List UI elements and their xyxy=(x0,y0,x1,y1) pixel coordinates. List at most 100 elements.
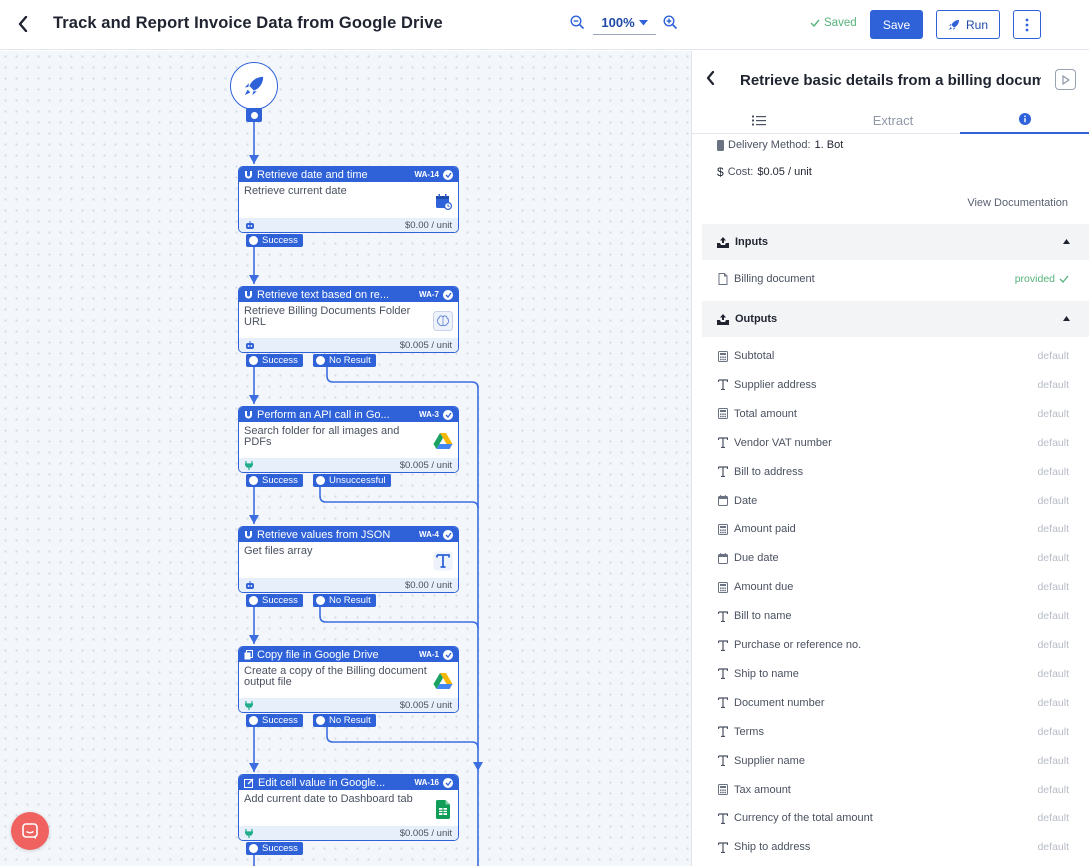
more-options-button[interactable] xyxy=(1013,10,1041,39)
node-cost: $0.00 / unit xyxy=(404,579,452,591)
check-circle-icon xyxy=(443,169,453,180)
panel-back-button[interactable] xyxy=(706,70,715,90)
flow-node-retrieve-date-time[interactable]: Retrieve date and time WA-14 Retrieve cu… xyxy=(238,166,459,233)
number-icon xyxy=(717,581,729,593)
port-no-result[interactable]: No Result xyxy=(313,354,376,367)
port-no-result[interactable]: No Result xyxy=(313,594,376,607)
view-documentation-link[interactable]: View Documentation xyxy=(967,197,1068,209)
outputs-section-header[interactable]: Outputs xyxy=(702,301,1089,337)
node-footer: $0.005 / unit xyxy=(239,338,458,352)
dollar-icon: $ xyxy=(717,165,724,179)
flow-node-api-call[interactable]: Perform an API call in Go... WA-3 Search… xyxy=(238,406,459,473)
text-icon xyxy=(717,466,729,478)
flow-node-retrieve-text[interactable]: Retrieve text based on re... WA-7 Retrie… xyxy=(238,286,459,353)
input-row-billing-document[interactable]: Billing document provided xyxy=(717,269,1069,289)
text-icon xyxy=(717,437,729,449)
output-row[interactable]: Subtotal default xyxy=(717,346,1069,366)
output-row[interactable]: Currency of the total amount default xyxy=(717,808,1069,828)
node-header: Retrieve date and time WA-14 xyxy=(239,167,458,182)
output-row[interactable]: Total amount default xyxy=(717,404,1069,424)
tab-info[interactable] xyxy=(960,106,1089,134)
output-row[interactable]: Amount paid default xyxy=(717,519,1069,539)
output-value: default xyxy=(1037,754,1069,767)
node-header: Copy file in Google Drive WA-1 xyxy=(239,647,458,662)
output-row[interactable]: Supplier address default xyxy=(717,375,1069,395)
output-value: default xyxy=(1037,350,1069,362)
text-icon xyxy=(717,755,729,767)
start-trigger-node[interactable] xyxy=(230,62,278,110)
output-row[interactable]: Tax amount default xyxy=(717,780,1069,800)
output-row[interactable]: Purchase or reference no. default xyxy=(717,635,1069,655)
page-title: Track and Report Invoice Data from Googl… xyxy=(53,14,443,32)
output-row[interactable]: Supplier name default xyxy=(717,751,1069,771)
plug-icon xyxy=(245,461,253,470)
delivery-value: 1. Bot xyxy=(814,139,844,151)
test-run-button[interactable] xyxy=(1055,69,1076,90)
output-value: default xyxy=(1037,581,1069,594)
check-circle-icon xyxy=(443,409,453,420)
tab-extract[interactable]: Extract xyxy=(826,106,960,134)
output-label: Terms xyxy=(734,725,764,738)
chat-launcher-button[interactable] xyxy=(11,812,49,850)
zoom-in-button[interactable] xyxy=(663,15,678,35)
output-row[interactable]: Date default xyxy=(717,491,1069,511)
output-row[interactable]: Ship to address default xyxy=(717,837,1069,857)
output-value: default xyxy=(1037,783,1069,796)
port-success[interactable]: Success xyxy=(246,594,303,607)
cost-label: Cost: xyxy=(727,166,754,178)
output-label: Ship to address xyxy=(734,841,811,854)
output-value: default xyxy=(1037,696,1069,709)
zoom-value: 100% xyxy=(601,15,635,30)
plug-icon xyxy=(245,701,253,710)
node-body: Add current date to Dashboard tab xyxy=(239,790,458,826)
check-circle-icon xyxy=(443,289,453,300)
node-cost: $0.00 / unit xyxy=(404,219,452,231)
saved-status: Saved xyxy=(810,17,857,29)
rocket-icon xyxy=(244,76,264,96)
save-button[interactable]: Save xyxy=(870,10,923,39)
start-output-port[interactable] xyxy=(246,108,262,122)
cost-value: $0.05 / unit xyxy=(757,166,812,178)
inbox-download-icon xyxy=(717,313,729,325)
port-success[interactable]: Success xyxy=(246,474,303,487)
node-title: Copy file in Google Drive xyxy=(257,648,379,661)
run-button[interactable]: Run xyxy=(936,10,1000,39)
text-icon xyxy=(432,550,454,572)
brain-icon xyxy=(432,310,454,332)
inputs-section-header[interactable]: Inputs xyxy=(702,224,1089,260)
node-footer: $0.00 / unit xyxy=(239,578,458,592)
output-row[interactable]: Vendor VAT number default xyxy=(717,433,1069,453)
output-row[interactable]: Due date default xyxy=(717,548,1069,568)
calendar-icon xyxy=(432,190,454,212)
zoom-select[interactable]: 100% xyxy=(593,11,656,35)
output-row[interactable]: Amount due default xyxy=(717,577,1069,597)
output-row[interactable]: Document number default xyxy=(717,693,1069,713)
output-label: Bill to address xyxy=(734,465,804,478)
flow-node-edit-cell[interactable]: Edit cell value in Google... WA-16 Add c… xyxy=(238,774,459,841)
text-icon xyxy=(717,841,729,853)
node-description: Get files array xyxy=(244,545,313,557)
port-success[interactable]: Success xyxy=(246,842,303,855)
node-header: Edit cell value in Google... WA-16 xyxy=(239,775,458,790)
port-no-result[interactable]: No Result xyxy=(313,714,376,727)
output-row[interactable]: Terms default xyxy=(717,722,1069,742)
run-label: Run xyxy=(965,17,988,32)
output-label: Total amount xyxy=(734,407,797,420)
bot-icon xyxy=(246,220,254,229)
port-success[interactable]: Success xyxy=(246,714,303,727)
zoom-out-button[interactable] xyxy=(570,15,585,35)
node-description: Retrieve current date xyxy=(244,185,347,197)
back-button[interactable] xyxy=(12,12,34,36)
port-unsuccessful[interactable]: Unsuccessful xyxy=(313,474,391,487)
flow-node-copy-file[interactable]: Copy file in Google Drive WA-1 Create a … xyxy=(238,646,459,713)
output-label: Currency of the total amount xyxy=(734,812,873,825)
tab-list[interactable] xyxy=(692,106,826,134)
output-row[interactable]: Ship to name default xyxy=(717,664,1069,684)
output-row[interactable]: Bill to name default xyxy=(717,606,1069,626)
magnet-icon xyxy=(245,291,252,299)
flow-canvas[interactable]: Retrieve date and time WA-14 Retrieve cu… xyxy=(0,51,691,866)
port-success[interactable]: Success xyxy=(246,234,303,247)
port-success[interactable]: Success xyxy=(246,354,303,367)
output-row[interactable]: Bill to address default xyxy=(717,462,1069,482)
flow-node-retrieve-json[interactable]: Retrieve values from JSON WA-4 Get files… xyxy=(238,526,459,593)
